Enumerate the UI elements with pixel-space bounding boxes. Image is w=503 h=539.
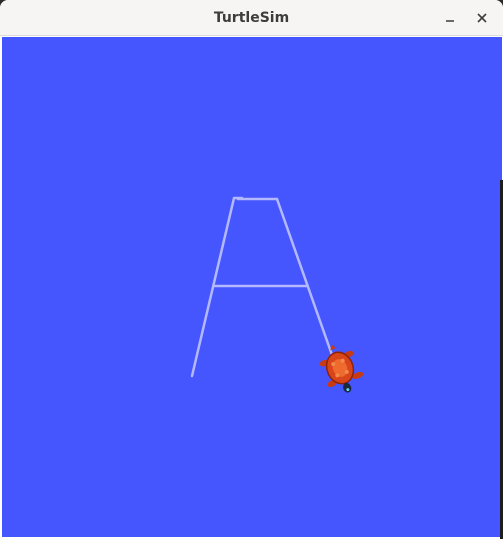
minimize-icon [446,20,454,22]
turtle-canvas [2,37,502,537]
window-title: TurtleSim [213,10,290,26]
turtle-canvas-svg [2,37,502,537]
turtlesim-window: TurtleSim [0,0,503,539]
close-button[interactable] [470,6,494,30]
title-bar[interactable]: TurtleSim [0,0,503,36]
minimize-button[interactable] [438,6,462,30]
close-icon [477,13,487,23]
